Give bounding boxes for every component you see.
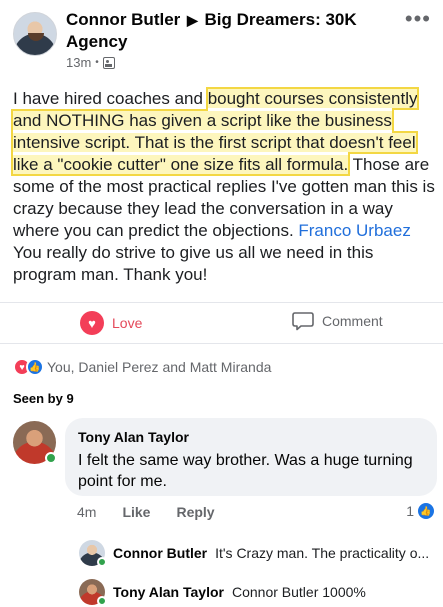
reply-text: Connor Butler 1000% [231, 584, 366, 600]
commenter-name[interactable]: Tony Alan Taylor [78, 429, 189, 445]
arrow-right-icon: ▶ [187, 12, 198, 28]
like-reaction-icon: 👍 [26, 358, 44, 376]
reply-author[interactable]: Connor Butler [113, 545, 207, 561]
heart-icon: ♥ [80, 311, 104, 335]
online-indicator [97, 557, 107, 567]
comment-text: I felt the same way brother. Was a huge … [78, 452, 413, 490]
online-indicator [97, 596, 107, 606]
reactors-names: You, Daniel Perez and Matt Miranda [47, 359, 272, 375]
like-count-value: 1 [406, 503, 414, 519]
post-body: I have hired coaches and bought courses … [10, 87, 435, 286]
post-header: Connor Butler ▶ Big Dreamers: 30K Agency… [0, 0, 443, 80]
post-action-bar: ♥ Love Comment [0, 302, 443, 344]
comment-like-button[interactable]: Like [122, 504, 150, 520]
post-text-end: You really do strive to give us all we n… [13, 243, 374, 284]
author-name[interactable]: Connor Butler [66, 10, 180, 29]
reply-author[interactable]: Tony Alan Taylor [113, 584, 224, 600]
comment-reply-button[interactable]: Reply [176, 504, 214, 520]
post-author-line: Connor Butler ▶ Big Dreamers: 30K Agency [66, 9, 396, 53]
comment-actions: 4m Like Reply [77, 504, 215, 520]
like-icon: 👍 [418, 503, 434, 519]
post-time[interactable]: 13m [66, 55, 91, 70]
reactions-summary[interactable]: ♥ 👍 You, Daniel Perez and Matt Miranda [13, 358, 271, 376]
group-privacy-icon [102, 56, 115, 69]
comment-label: Comment [322, 313, 383, 329]
post-text-start: I have hired coaches and [13, 89, 208, 108]
comment-time[interactable]: 4m [77, 504, 96, 520]
reply-item: Tony Alan Taylor Connor Butler 1000% [77, 577, 437, 607]
seen-by[interactable]: Seen by 9 [13, 391, 74, 406]
online-indicator [45, 452, 57, 464]
comment-bubble: Tony Alan Taylor I felt the same way bro… [65, 418, 437, 496]
comment-icon [292, 312, 314, 331]
comment-button[interactable]: Comment [292, 311, 383, 331]
author-avatar[interactable] [13, 12, 57, 56]
comment-like-count[interactable]: 1 👍 [406, 503, 434, 519]
post-meta: 13m • [66, 55, 115, 70]
separator-dot: • [95, 57, 99, 68]
more-options-icon[interactable]: ••• [405, 6, 431, 32]
mention-link[interactable]: Franco Urbaez [298, 221, 410, 240]
reply-text: It's Crazy man. The practicality o... [215, 545, 430, 561]
love-label: Love [112, 315, 143, 331]
reply-item: Connor Butler It's Crazy man. The practi… [77, 538, 437, 568]
love-button[interactable]: ♥ Love [80, 311, 142, 335]
